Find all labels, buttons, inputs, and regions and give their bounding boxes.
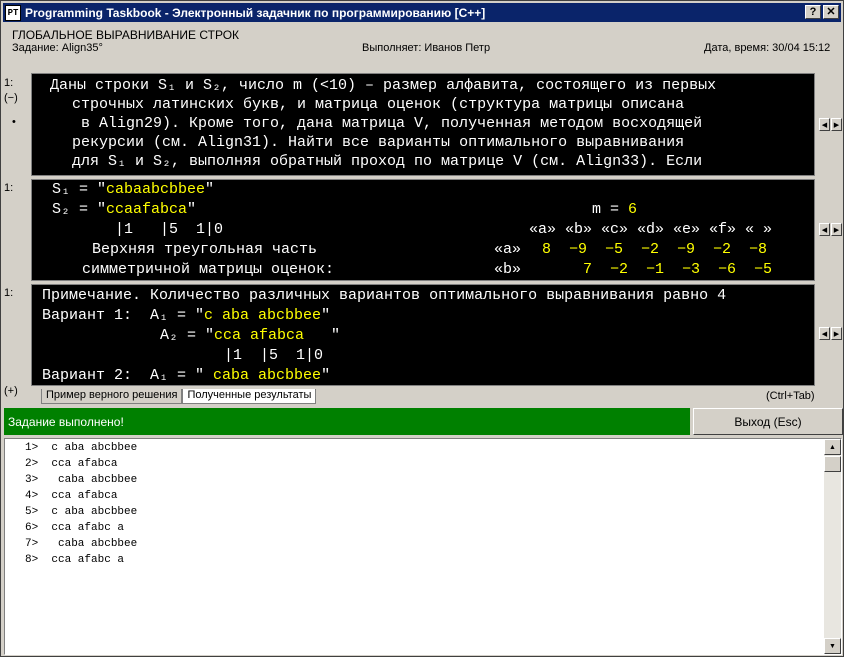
- s1-line: S₁ = "cabaabcbbee": [52, 181, 214, 199]
- output-line: 1> c aba abcbbee: [25, 442, 138, 454]
- note-line: Примечание. Количество различных вариант…: [42, 287, 727, 304]
- row-b-values: 7 −2 −1 −3 −6 −5: [583, 261, 773, 278]
- desc-line: рекурсии (см. Align31). Найти все вариан…: [72, 134, 685, 151]
- task-description-panel: Даны строки S₁ и S₂, число m (<10) – раз…: [31, 73, 815, 176]
- scroll-right-icon[interactable]: ▶: [831, 223, 842, 236]
- output-area[interactable]: 1> c aba abcbbee 2> cca afabca 3> caba a…: [4, 438, 842, 655]
- performer-label: Выполняет: Иванов Петр: [362, 42, 491, 54]
- close-button[interactable]: ✕: [823, 5, 839, 19]
- s1-label: S₁ = ": [52, 181, 107, 198]
- output-line: 7> caba abcbbee: [25, 538, 138, 550]
- scroll-left-icon[interactable]: ◀: [819, 327, 830, 340]
- exit-button[interactable]: Выход (Esc): [693, 408, 843, 435]
- s2-value: ccaafabca: [106, 201, 188, 218]
- variant1-a1-value: c aba abcbbee: [204, 307, 322, 324]
- help-button[interactable]: ?: [805, 5, 821, 19]
- sym-label: симметричной матрицы оценок:: [82, 261, 335, 278]
- variant2-a1: Вариант 2: A₁ = " caba abcbbee": [42, 367, 330, 385]
- collapse-toggle[interactable]: (−): [4, 92, 18, 104]
- desc-line: в Align29). Кроме того, дана матрица V, …: [81, 115, 703, 132]
- app-icon[interactable]: PT: [5, 4, 21, 21]
- datetime-label: Дата, время: 30/04 15:12: [704, 42, 831, 54]
- scroll-left-icon[interactable]: ◀: [819, 118, 830, 131]
- output-line: 4> cca afabca: [25, 490, 118, 502]
- ctrl-tab-hint: (Ctrl+Tab): [766, 390, 815, 402]
- panel3-index: 1:: [4, 287, 14, 299]
- status-bar: Задание выполнено!: [4, 408, 690, 435]
- output-line: 8> cca afabc a: [25, 554, 125, 566]
- s1-value: cabaabcbbee: [106, 181, 206, 198]
- panel1-index: 1:: [4, 77, 14, 89]
- quote: ": [321, 367, 331, 384]
- note-panel: Примечание. Количество различных вариант…: [31, 284, 815, 386]
- scroll-left-icon[interactable]: ◀: [819, 223, 830, 236]
- desc-line: строчных латинских букв, и матрица оцено…: [72, 96, 685, 113]
- tab-example-solution[interactable]: Пример верного решения: [41, 389, 183, 404]
- section-title: ГЛОБАЛЬНОЕ ВЫРАВНИВАНИЕ СТРОК: [12, 28, 240, 42]
- panel1-scroll[interactable]: ◀ ▶: [819, 118, 843, 131]
- s2-label: S₂ = ": [52, 201, 107, 218]
- scroll-thumb[interactable]: [824, 456, 841, 472]
- variant1-a2: A₂ = "cca afabca ": [160, 327, 340, 345]
- ruler: |1 |5 1|0: [224, 347, 324, 364]
- title-bar[interactable]: PT Programming Taskbook - Электронный за…: [3, 3, 841, 22]
- scroll-down-icon[interactable]: ▼: [824, 638, 841, 654]
- output-scrollbar[interactable]: ▲ ▼: [824, 439, 841, 654]
- panel3-scroll[interactable]: ◀ ▶: [819, 327, 843, 340]
- matrix-col-headers: «a» «b» «c» «d» «e» «f» « »: [529, 221, 773, 238]
- panel2-index: 1:: [4, 182, 14, 194]
- desc-line: для S₁ и S₂, выполняя обратный проход по…: [72, 153, 703, 170]
- quote: ": [331, 327, 341, 344]
- output-line: 2> cca afabca: [25, 458, 118, 470]
- output-line: 3> caba abcbbee: [25, 474, 138, 486]
- variant2-a1-value: caba abcbbee: [204, 367, 322, 384]
- expand-toggle[interactable]: (+): [4, 385, 18, 397]
- m-value: 6: [628, 201, 638, 218]
- m-label: m =: [592, 201, 629, 218]
- output-line: 6> cca afabc a: [25, 522, 125, 534]
- main-window: PT Programming Taskbook - Электронный за…: [0, 0, 844, 657]
- bullet-marker: •: [12, 116, 16, 128]
- variant1-a1: Вариант 1: A₁ = "c aba abcbbee": [42, 307, 330, 325]
- tab-results[interactable]: Полученные результаты: [182, 389, 317, 404]
- desc-line: Даны строки S₁ и S₂, число m (<10) – раз…: [50, 77, 717, 94]
- variant2-label: Вариант 2: A₁ = ": [42, 367, 205, 384]
- s2-line: S₂ = "ccaafabca": [52, 201, 196, 219]
- a2-label: A₂ = ": [160, 327, 215, 344]
- output-line: 5> c aba abcbbee: [25, 506, 138, 518]
- tab-strip: Пример верного решения Полученные резуль…: [41, 389, 317, 404]
- scroll-right-icon[interactable]: ▶: [831, 327, 842, 340]
- row-a-values: 8 −9 −5 −2 −9 −2 −8: [542, 241, 768, 258]
- quote: ": [321, 307, 331, 324]
- ruler: |1 |5 1|0: [115, 221, 224, 238]
- panel2-scroll[interactable]: ◀ ▶: [819, 223, 843, 236]
- variant1-label: Вариант 1: A₁ = ": [42, 307, 205, 324]
- quote: ": [187, 201, 197, 218]
- upper-label: Верхняя треугольная часть: [92, 241, 318, 258]
- m-line: m = 6: [592, 201, 637, 219]
- window-title: Programming Taskbook - Электронный задач…: [25, 5, 486, 20]
- quote: ": [205, 181, 215, 198]
- row-b-label: «b»: [494, 261, 522, 278]
- scroll-up-icon[interactable]: ▲: [824, 439, 841, 455]
- input-data-panel: S₁ = "cabaabcbbee" S₂ = "ccaafabca" m = …: [31, 179, 815, 281]
- row-a-label: «a»: [494, 241, 522, 258]
- variant1-a2-value: cca afabca: [214, 327, 332, 344]
- task-label: Задание: Align35°: [12, 42, 103, 54]
- scroll-right-icon[interactable]: ▶: [831, 118, 842, 131]
